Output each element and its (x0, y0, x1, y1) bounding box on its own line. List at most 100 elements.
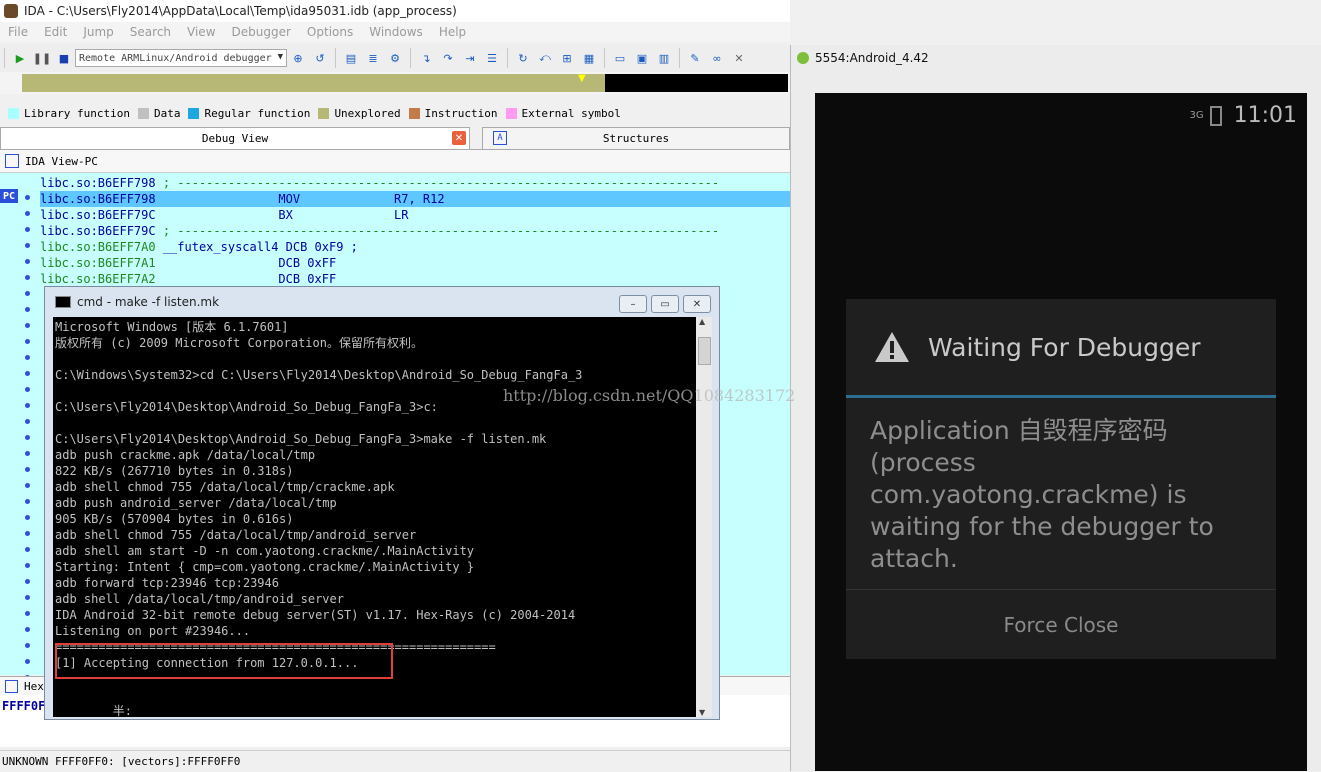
close-icon[interactable]: ✕ (730, 49, 748, 67)
navigation-band[interactable]: ▼ (0, 72, 790, 94)
window-icon[interactable]: ▭ (611, 49, 629, 67)
gutter-dot (25, 611, 30, 616)
scroll-thumb[interactable] (698, 337, 711, 365)
return-icon[interactable]: ⤺ (536, 49, 554, 67)
scroll-up-icon[interactable]: ▲ (699, 317, 705, 326)
cmd-console[interactable]: Microsoft Windows [版本 6.1.7601] 版权所有 (c) … (53, 317, 696, 717)
menu-view[interactable]: View (179, 25, 223, 39)
tab-structures[interactable]: A Structures (482, 127, 790, 149)
stop-icon[interactable]: ■ (55, 49, 73, 67)
close-button[interactable]: ✕ (683, 295, 711, 313)
navigation-band-unexplored (605, 74, 788, 92)
step-over-icon[interactable]: ↷ (439, 49, 457, 67)
dialog-title-row: Waiting For Debugger (846, 299, 1276, 395)
hex-icon[interactable]: ▦ (580, 49, 598, 67)
android-screen[interactable]: 3G 11:01 Waiting For Debugger Applicatio… (815, 93, 1307, 771)
cmd-window[interactable]: cmd - make -f listen.mk – ▭ ✕ Microsoft … (44, 286, 720, 720)
gutter-dot (25, 595, 30, 600)
disasm-line[interactable]: libc.so:B6EFF7A1 DCB 0xFF (40, 255, 336, 271)
view-icon (5, 154, 19, 168)
disasm-line[interactable]: libc.so:B6EFF7A0 __futex_syscall4 DCB 0x… (40, 239, 358, 255)
disasm-line[interactable]: libc.so:B6EFF798 ; ---------------------… (40, 175, 719, 191)
chevron-down-icon: ▼ (277, 52, 283, 62)
toolbar-separator (410, 48, 411, 68)
disasm-line[interactable]: libc.so:B6EFF79C ; ---------------------… (40, 223, 719, 239)
menu-file[interactable]: File (0, 25, 36, 39)
console-line: Listening on port #23946... (55, 624, 251, 638)
maximize-button[interactable]: ▭ (651, 295, 679, 313)
segments-icon[interactable]: ▥ (655, 49, 673, 67)
disasm-line[interactable]: libc.so:B6EFF7A2 DCB 0xFF (40, 271, 336, 287)
view-header: IDA View-PC (0, 150, 790, 173)
toolbar-separator (679, 48, 680, 68)
hex-view-title: Hex (24, 679, 44, 693)
step-into-icon[interactable]: ↴ (417, 49, 435, 67)
gutter-dot (25, 259, 30, 264)
pause-icon[interactable]: ❚❚ (33, 49, 51, 67)
trace-icon[interactable]: ≣ (364, 49, 382, 67)
run-to-icon[interactable]: ⇥ (461, 49, 479, 67)
gutter-dot (25, 499, 30, 504)
menu-edit[interactable]: Edit (36, 25, 75, 39)
gutter-dot (25, 275, 30, 280)
emulator-title: 5554:Android_4.42 (815, 51, 929, 65)
disasm-text: DCB 0xFF (155, 256, 337, 270)
force-close-button[interactable]: Force Close (846, 589, 1276, 660)
legend-swatch (137, 107, 149, 119)
breakpoint-icon[interactable]: ▤ (342, 49, 360, 67)
graph-icon[interactable]: ⊞ (558, 49, 576, 67)
settings-icon[interactable]: ⚙ (386, 49, 404, 67)
legend-swatch (8, 107, 19, 119)
menu-options[interactable]: Options (299, 25, 361, 39)
emulator-title-bar[interactable]: 5554:Android_4.42 (791, 45, 1321, 71)
refresh-icon[interactable]: ↻ (514, 49, 532, 67)
toolbar-separator (4, 48, 5, 68)
legend-swatch (408, 107, 420, 119)
menu-windows[interactable]: Windows (361, 25, 431, 39)
disasm-line[interactable]: libc.so:B6EFF79C BX LR (40, 207, 408, 223)
android-status-bar: 3G 11:01 (1189, 103, 1297, 128)
layout-icon[interactable]: ▣ (633, 49, 651, 67)
console-line: 版权所有 (c) 2009 Microsoft Corporation。保留所有… (55, 336, 423, 350)
minimize-button[interactable]: – (619, 295, 647, 313)
menu-help[interactable]: Help (431, 25, 474, 39)
warning-icon (875, 332, 909, 362)
gutter-dot (25, 659, 30, 664)
disasm-line-current[interactable]: libc.so:B6EFF798 MOV R7, R12 (40, 191, 790, 207)
legend-label: Instruction (424, 106, 498, 120)
dialog-divider (846, 395, 1276, 398)
cmd-title: cmd - make -f listen.mk (77, 295, 220, 309)
gutter-dot (25, 643, 30, 648)
play-icon[interactable]: ▶ (11, 49, 29, 67)
watermark: http://blog.csdn.net/QQ1084283172 (503, 386, 796, 405)
legend: Library function Data Regular function U… (0, 104, 790, 122)
cmd-scrollbar[interactable]: ▲ ▼ (696, 317, 712, 717)
console-line: adb shell /data/local/tmp/android_server (55, 592, 344, 606)
toolbar-separator (604, 48, 605, 68)
glasses-icon[interactable]: ∞ (708, 49, 726, 67)
close-icon[interactable]: ✕ (452, 131, 466, 145)
disasm-text: DCB 0xFF (155, 272, 337, 286)
menu-jump[interactable]: Jump (75, 25, 121, 39)
cmd-title-bar[interactable]: cmd - make -f listen.mk (45, 287, 719, 317)
disasm-address: libc.so:B6EFF798 (40, 192, 156, 206)
attach-icon[interactable]: ⊕ (289, 49, 307, 67)
console-line: 822 KB/s (267710 bytes in 0.318s) (55, 464, 294, 478)
step-icon[interactable]: ↺ (311, 49, 329, 67)
list-icon[interactable]: ☰ (483, 49, 501, 67)
menu-search[interactable]: Search (122, 25, 179, 39)
tab-debug-view[interactable]: Debug View (0, 127, 470, 149)
disasm-text: ; --------------------------------------… (155, 176, 720, 190)
debugger-select[interactable]: Remote ARMLinux/Android debugger ▼ (75, 49, 287, 67)
signal-icon: 3G (1189, 110, 1204, 121)
gutter-dot (25, 339, 30, 344)
waiting-dialog: Waiting For Debugger Application 自毁程序密码 … (846, 299, 1276, 659)
scroll-down-icon[interactable]: ▼ (699, 708, 705, 717)
console-line: C:\Users\Fly2014\Desktop\Android_So_Debu… (55, 400, 438, 414)
android-emulator-window[interactable]: 5554:Android_4.42 3G 11:01 Waiting For D… (790, 45, 1321, 771)
legend-label: Regular function (204, 106, 311, 120)
tools-icon[interactable]: ✎ (686, 49, 704, 67)
menu-debugger[interactable]: Debugger (224, 25, 299, 39)
battery-icon (1209, 105, 1222, 126)
console-line: adb forward tcp:23946 tcp:23946 (55, 576, 279, 590)
